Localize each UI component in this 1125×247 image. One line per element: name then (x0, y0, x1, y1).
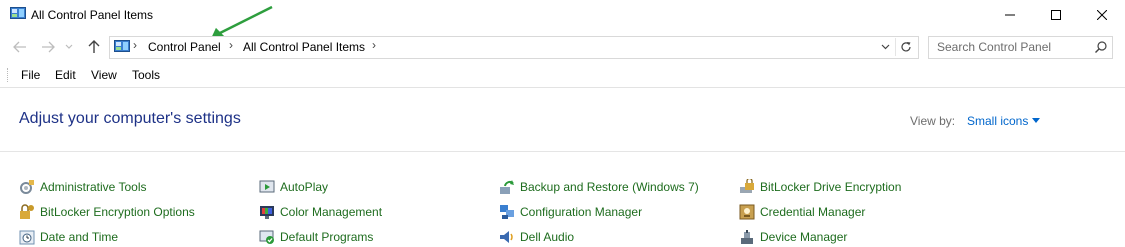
item-autoplay[interactable]: AutoPlay (259, 178, 328, 196)
address-dropdown-button[interactable] (878, 39, 892, 55)
control-panel-icon (114, 40, 130, 54)
address-bar[interactable]: › Control Panel › All Control Panel Item… (109, 36, 919, 59)
item-administrative-tools[interactable]: Administrative Tools (19, 178, 147, 196)
view-by-label: View by: (910, 114, 956, 128)
item-default-programs[interactable]: Default Programs (259, 228, 373, 246)
maximize-button[interactable] (1033, 0, 1079, 30)
item-device-manager[interactable]: Device Manager (739, 228, 847, 246)
breadcrumb-separator-icon[interactable]: › (133, 38, 137, 52)
item-bitlocker-drive-encryption[interactable]: BitLocker Drive Encryption (739, 178, 901, 196)
recent-locations-button[interactable] (62, 37, 76, 57)
item-dell-audio[interactable]: Dell Audio (499, 228, 574, 246)
bitlocker-key-icon (20, 204, 34, 219)
forward-arrow-icon (42, 41, 55, 53)
breadcrumb-separator-icon[interactable]: › (372, 38, 376, 52)
administrative-tools-icon (20, 180, 34, 194)
item-backup-and-restore[interactable]: Backup and Restore (Windows 7) (499, 178, 699, 196)
back-arrow-icon (13, 41, 26, 53)
annotation-arrow-icon (210, 5, 273, 39)
close-icon (1097, 10, 1107, 20)
maximize-icon (1051, 10, 1061, 20)
menu-grip (7, 68, 10, 82)
item-date-and-time[interactable]: Date and Time (19, 228, 118, 246)
autoplay-icon (259, 180, 275, 193)
view-by-dropdown[interactable]: Small icons (967, 114, 1028, 128)
control-panel-icon (10, 7, 26, 21)
device-manager-icon (741, 230, 753, 244)
bitlocker-drive-icon (740, 179, 754, 193)
item-color-management[interactable]: Color Management (259, 203, 382, 221)
clock-icon (19, 230, 35, 245)
close-button[interactable] (1079, 0, 1125, 30)
menu-edit[interactable]: Edit (55, 68, 76, 82)
minimize-icon (1005, 14, 1015, 16)
configuration-manager-icon (500, 205, 514, 219)
refresh-button[interactable] (895, 38, 916, 56)
chevron-down-icon (65, 44, 73, 49)
chevron-down-icon (881, 44, 889, 50)
breadcrumb-all-items[interactable]: All Control Panel Items (243, 40, 365, 54)
up-button[interactable] (84, 37, 104, 57)
back-button[interactable] (10, 37, 30, 57)
breadcrumb-separator-icon[interactable]: › (229, 38, 233, 52)
color-management-icon (260, 206, 274, 219)
title-bar[interactable]: All Control Panel Items (0, 0, 1125, 30)
credential-manager-icon (739, 204, 755, 220)
menu-view[interactable]: View (91, 68, 117, 82)
view-by-dropdown-arrow-icon[interactable] (1032, 118, 1040, 123)
page-title: Adjust your computer's settings (19, 110, 241, 127)
menu-bar: File Edit View Tools (0, 63, 1125, 88)
divider (0, 151, 1125, 152)
default-programs-icon (259, 230, 274, 244)
window-title: All Control Panel Items (31, 8, 154, 22)
minimize-button[interactable] (987, 0, 1033, 30)
menu-file[interactable]: File (21, 68, 40, 82)
breadcrumb-control-panel[interactable]: Control Panel (148, 40, 221, 54)
search-icon[interactable] (1094, 40, 1108, 54)
menu-tools[interactable]: Tools (132, 68, 160, 82)
item-credential-manager[interactable]: Credential Manager (739, 203, 865, 221)
refresh-icon (901, 42, 911, 52)
search-placeholder: Search Control Panel (937, 40, 1052, 54)
forward-button[interactable] (38, 37, 58, 57)
up-arrow-icon (88, 40, 100, 53)
item-configuration-manager[interactable]: Configuration Manager (499, 203, 642, 221)
item-bitlocker-encryption-options[interactable]: BitLocker Encryption Options (19, 203, 195, 221)
backup-restore-icon (500, 180, 514, 194)
search-input[interactable]: Search Control Panel (928, 36, 1113, 59)
dell-audio-icon (500, 231, 513, 243)
